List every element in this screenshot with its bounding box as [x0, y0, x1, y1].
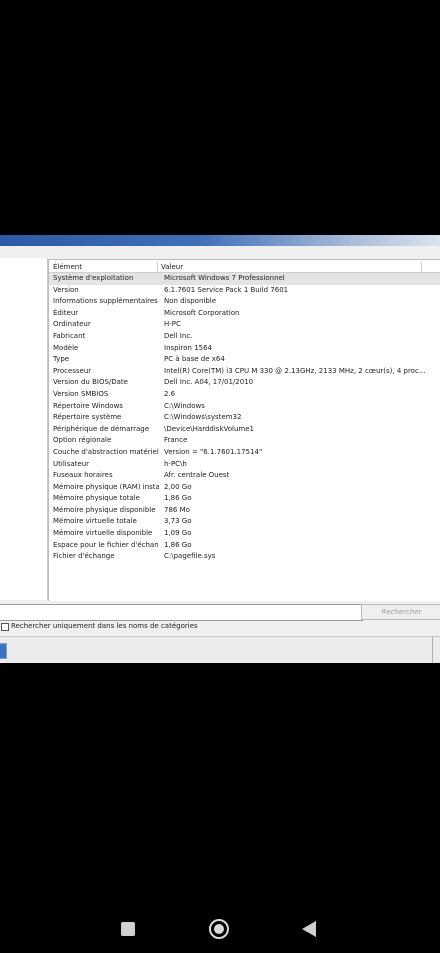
row-value: h-PC\h: [164, 459, 187, 468]
row-value: Dell Inc. A04, 17/01/2010: [164, 378, 254, 387]
android-navigation-bar: [0, 902, 440, 953]
row-value: H-PC: [164, 320, 181, 329]
row-key: Version: [53, 285, 79, 294]
row-key: Modèle: [53, 343, 79, 352]
row-value: \Device\HarddiskVolume1: [164, 424, 254, 433]
row-key: Processeur: [53, 366, 92, 375]
row-key: Répertoire Windows: [53, 401, 123, 410]
taskbar-app-icon[interactable]: [0, 643, 7, 659]
table-row[interactable]: Mémoire physique (RAM) instal... 2,00 Go: [49, 482, 440, 494]
window-title-bar: [0, 235, 440, 246]
table-row[interactable]: Utilisateur h-PC\h: [49, 459, 440, 471]
row-key: Système d'exploitation: [53, 274, 134, 282]
row-key: Fabricant: [53, 331, 86, 340]
table-row[interactable]: Ordinateur H-PC: [49, 319, 440, 331]
table-row[interactable]: Version 6.1.7601 Service Pack 1 Build 760…: [49, 285, 440, 297]
row-value: Microsoft Windows 7 Professionnel: [164, 274, 285, 282]
status-divider: [432, 637, 433, 663]
row-value: 1,86 Go: [164, 494, 192, 503]
row-key: Mémoire physique totale: [53, 494, 140, 503]
row-key: Périphérique de démarrage: [53, 424, 150, 433]
row-value: Version = "6.1.7601.17514": [164, 447, 263, 456]
row-key: Fuseaux horaires: [53, 471, 113, 480]
table-row[interactable]: Mémoire physique totale 1,86 Go: [49, 493, 440, 505]
recents-icon[interactable]: [121, 922, 135, 936]
table-row[interactable]: Modèle Inspiron 1564: [49, 343, 440, 355]
row-key: Version SMBIOS: [53, 389, 109, 398]
row-value: C:\Windows: [164, 401, 205, 410]
row-key: Version du BIOS/Date: [53, 378, 128, 387]
row-key: Mémoire physique (RAM) instal...: [53, 482, 159, 491]
table-row[interactable]: Mémoire physique disponible 786 Mo: [49, 505, 440, 517]
details-list[interactable]: Élément Valeur Système d'exploitation Mic…: [48, 259, 440, 602]
row-value: Non disponible: [164, 297, 217, 306]
home-icon[interactable]: [209, 919, 229, 939]
row-value: Microsoft Corporation: [164, 308, 240, 317]
row-key: Mémoire physique disponible: [53, 505, 156, 514]
row-value: C:\pagefile.sys: [164, 552, 216, 561]
table-row[interactable]: Fabricant Dell Inc.: [49, 331, 440, 343]
row-key: Utilisateur: [53, 459, 90, 468]
row-value: 6.1.7601 Service Pack 1 Build 7601: [164, 285, 289, 294]
category-tree[interactable]: [0, 258, 48, 600]
row-key: Espace pour le fichier d'échange: [53, 540, 159, 549]
row-value: France: [164, 436, 188, 445]
row-value: 1,09 Go: [164, 529, 192, 538]
row-key: Couche d'abstraction matérielle: [53, 447, 159, 456]
table-row[interactable]: Fuseaux horaires Afr. centrale Ouest: [49, 470, 440, 482]
status-bar: [0, 636, 440, 663]
search-area: Rechercher Rechercher uniquement dans le…: [0, 601, 440, 631]
table-row[interactable]: Option régionale France: [49, 435, 440, 447]
row-key: Ordinateur: [53, 320, 91, 329]
back-icon[interactable]: [302, 921, 316, 937]
row-value: 1,86 Go: [164, 540, 192, 549]
table-row[interactable]: Version du BIOS/Date Dell Inc. A04, 17/01…: [49, 377, 440, 389]
row-key: Mémoire virtuelle disponible: [53, 529, 153, 538]
list-rows: Système d'exploitation Microsoft Windows …: [49, 273, 440, 563]
table-row[interactable]: Périphérique de démarrage \Device\Harddis…: [49, 424, 440, 436]
row-value: Intel(R) Core(TM) i3 CPU M 330 @ 2.13GHz…: [164, 366, 426, 375]
table-row[interactable]: Processeur Intel(R) Core(TM) i3 CPU M 330…: [49, 366, 440, 378]
row-key: Éditeur: [53, 308, 79, 317]
row-value: 2,00 Go: [164, 482, 192, 491]
column-header-value[interactable]: Valeur: [161, 262, 422, 272]
table-row[interactable]: Mémoire virtuelle totale 3,73 Go: [49, 516, 440, 528]
row-value: Dell Inc.: [164, 331, 193, 340]
row-value: Inspiron 1564: [164, 343, 213, 352]
row-value: C:\Windows\system32: [164, 413, 242, 422]
row-value: 2.6: [164, 389, 176, 398]
table-row[interactable]: Version SMBIOS 2.6: [49, 389, 440, 401]
column-header-element[interactable]: Élément: [53, 262, 158, 272]
category-names-only-label: Rechercher uniquement dans les noms de c…: [11, 622, 198, 630]
row-key: Type: [53, 355, 70, 364]
row-value: Afr. centrale Ouest: [164, 471, 230, 480]
table-row[interactable]: Mémoire virtuelle disponible 1,09 Go: [49, 528, 440, 540]
row-value: 786 Mo: [164, 505, 190, 514]
table-row[interactable]: Système d'exploitation Microsoft Windows …: [49, 273, 440, 285]
table-row[interactable]: Type PC à base de x64: [49, 354, 440, 366]
category-names-only-checkbox[interactable]: [1, 623, 9, 631]
list-header: Élément Valeur: [49, 262, 440, 273]
table-row[interactable]: Fichier d'échange C:\pagefile.sys: [49, 551, 440, 563]
system-info-window: Élément Valeur Système d'exploitation Mic…: [0, 235, 440, 663]
row-key: Fichier d'échange: [53, 552, 115, 561]
table-row[interactable]: Espace pour le fichier d'échange 1,86 Go: [49, 540, 440, 552]
table-row[interactable]: Éditeur Microsoft Corporation: [49, 308, 440, 320]
table-row[interactable]: Couche d'abstraction matérielle Version =…: [49, 447, 440, 459]
row-key: Option régionale: [53, 436, 112, 445]
table-row[interactable]: Informations supplémentaires Non disponib…: [49, 296, 440, 308]
row-key: Répertoire système: [53, 413, 122, 422]
search-button[interactable]: Rechercher: [361, 604, 440, 620]
table-row[interactable]: Répertoire Windows C:\Windows: [49, 401, 440, 413]
row-value: PC à base de x64: [164, 355, 225, 364]
search-input[interactable]: [0, 604, 363, 621]
row-key: Mémoire virtuelle totale: [53, 517, 137, 526]
table-row[interactable]: Répertoire système C:\Windows\system32: [49, 412, 440, 424]
row-key: Informations supplémentaires: [53, 297, 158, 306]
row-value: 3,73 Go: [164, 517, 192, 526]
